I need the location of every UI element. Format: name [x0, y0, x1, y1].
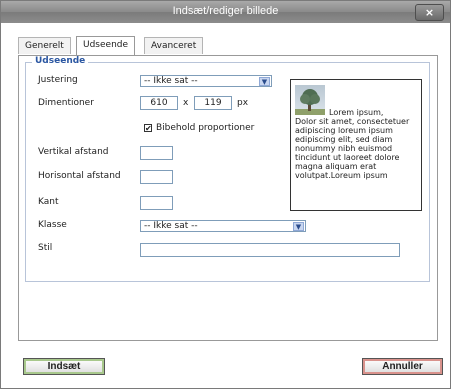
- hspace-input[interactable]: [140, 170, 173, 184]
- preview-text-first: Lorem ipsum,: [329, 108, 384, 117]
- class-select[interactable]: -- Ikke sat -- ▼: [140, 220, 306, 232]
- image-preview: Lorem ipsum, Dolor sit amet, consectetue…: [290, 79, 422, 211]
- close-button[interactable]: ×: [415, 4, 444, 21]
- height-input[interactable]: 119: [194, 96, 232, 110]
- vspace-input[interactable]: [140, 146, 173, 160]
- tab-advanced[interactable]: Avanceret: [144, 37, 204, 54]
- tab-panel: Udseende Justering -- Ikke sat -- ▼ Dime…: [18, 55, 438, 341]
- style-label: Stil: [38, 243, 53, 253]
- tab-general[interactable]: Generelt: [18, 37, 71, 54]
- class-label: Klasse: [38, 220, 67, 230]
- border-label: Kant: [38, 197, 59, 207]
- dimensions-label: Dimentioner: [38, 98, 94, 108]
- border-input[interactable]: [140, 196, 173, 210]
- close-icon: ×: [424, 6, 435, 19]
- width-input[interactable]: 610: [140, 96, 178, 110]
- preview-text: Lorem ipsum, Dolor sit amet, consectetue…: [295, 108, 419, 180]
- preview-text-rest: Dolor sit amet, consectetuer adipiscing …: [295, 117, 410, 180]
- insert-button[interactable]: Indsæt: [23, 358, 105, 375]
- style-input[interactable]: [140, 243, 400, 257]
- class-select-value: -- Ikke sat --: [144, 221, 198, 231]
- cancel-button[interactable]: Annuller: [362, 358, 443, 375]
- unit-label: px: [237, 98, 249, 108]
- keep-proportions-checkbox[interactable]: ✔: [144, 124, 152, 133]
- dimension-separator: x: [183, 98, 189, 108]
- image-dialog: Indsæt/rediger billede × Generelt Udseen…: [0, 0, 451, 389]
- fieldset-legend: Udseende: [32, 56, 89, 66]
- hspace-label: Horisontal afstand: [38, 171, 121, 181]
- align-select-value: -- Ikke sat --: [144, 76, 198, 86]
- chevron-down-icon[interactable]: ▼: [259, 77, 270, 86]
- keep-proportions-label: Bibehold proportioner: [156, 123, 255, 133]
- dialog-title: Indsæt/rediger billede: [172, 5, 279, 17]
- tab-appearance[interactable]: Udseende: [76, 36, 136, 55]
- vspace-label: Vertikal afstand: [38, 147, 109, 157]
- title-bar[interactable]: Indsæt/rediger billede ×: [1, 1, 450, 23]
- appearance-fieldset: Udseende Justering -- Ikke sat -- ▼ Dime…: [25, 56, 430, 282]
- chevron-down-icon[interactable]: ▼: [293, 222, 304, 231]
- align-label: Justering: [38, 75, 78, 85]
- align-select[interactable]: -- Ikke sat -- ▼: [140, 75, 272, 87]
